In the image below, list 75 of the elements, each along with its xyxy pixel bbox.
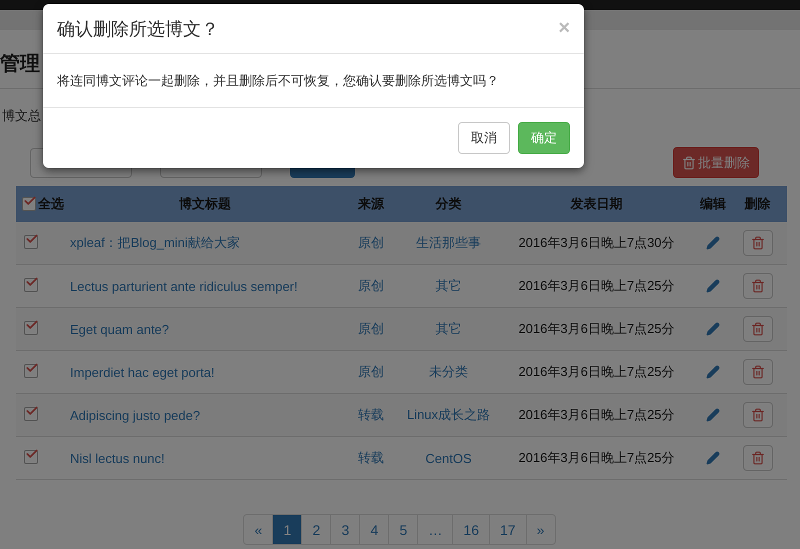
edit-icon[interactable]: [706, 236, 720, 250]
date-cell-text: 2016年3月6日晚上7点25分: [517, 363, 676, 381]
trash-icon: [750, 322, 764, 336]
source-link[interactable]: 转载: [340, 406, 402, 424]
prev-page-button[interactable]: «: [243, 514, 274, 545]
checkbox[interactable]: [24, 320, 38, 334]
page-button[interactable]: 5: [388, 514, 418, 545]
checkbox[interactable]: [24, 406, 38, 420]
checkbox[interactable]: [24, 278, 38, 292]
delete-button[interactable]: [742, 316, 772, 342]
column-header: 分类: [434, 195, 462, 213]
category-link[interactable]: 生活那些事: [402, 234, 495, 252]
trash-icon: [750, 236, 764, 250]
edit-icon[interactable]: [706, 408, 720, 422]
trash-icon: [750, 451, 764, 465]
dialog-message: 将连同博文评论一起删除，并且删除后不可恢复，您确认要删除所选博文吗？: [57, 72, 499, 90]
source-link[interactable]: 原创: [340, 234, 402, 252]
confirm-button[interactable]: 确定: [518, 122, 570, 154]
post-title-link[interactable]: Lectus parturient ante ridiculus semper!: [70, 278, 340, 294]
close-button[interactable]: ×: [558, 17, 570, 40]
post-title-link[interactable]: Adipiscing justo pede?: [70, 408, 340, 422]
column-header: 发表日期: [569, 195, 624, 213]
edit-icon[interactable]: [706, 279, 720, 293]
trash-icon: [682, 156, 696, 170]
summary-text: 博文总: [2, 107, 42, 125]
category-link[interactable]: 其它: [402, 277, 495, 295]
delete-button[interactable]: [742, 402, 772, 428]
page-button[interactable]: 4: [359, 514, 390, 545]
page-button[interactable]: 16: [452, 514, 490, 545]
edit-icon[interactable]: [706, 451, 720, 465]
checkbox[interactable]: [24, 364, 38, 378]
column-header: 博文标题: [178, 195, 232, 213]
source-link[interactable]: 原创: [340, 277, 402, 295]
source-link[interactable]: 原创: [340, 320, 402, 338]
checkbox[interactable]: [22, 197, 36, 211]
trash-icon: [750, 279, 764, 293]
dialog-title: 确认删除所选博文？: [57, 18, 219, 40]
post-title-link[interactable]: Imperdiet hac eget porta!: [70, 364, 340, 380]
date-cell-text: 2016年3月6日晚上7点30分: [517, 234, 676, 252]
date-cell-text: 2016年3月6日晚上7点25分: [517, 406, 676, 424]
page-heading: 管理: [0, 52, 41, 76]
page-button[interactable]: 17: [489, 514, 527, 545]
page-button[interactable]: 2: [301, 514, 332, 545]
category-link[interactable]: CentOS: [402, 450, 495, 466]
date-cell-text: 2016年3月6日晚上7点25分: [517, 449, 676, 467]
date-cell-text: 2016年3月6日晚上7点25分: [517, 277, 676, 295]
category-link[interactable]: Linux成长之路: [402, 406, 495, 424]
column-header: 删除: [743, 195, 772, 213]
page-button[interactable]: 1: [272, 514, 302, 545]
delete-button[interactable]: [742, 230, 772, 256]
checkbox[interactable]: [24, 450, 38, 464]
post-title-link[interactable]: xpleaf：把Blog_mini献给大家: [70, 234, 340, 252]
page-button[interactable]: 3: [330, 514, 360, 545]
category-link[interactable]: 未分类: [402, 363, 495, 381]
source-link[interactable]: 转载: [340, 449, 402, 467]
delete-button[interactable]: [742, 445, 772, 471]
category-link[interactable]: 其它: [402, 320, 495, 338]
select-all-label: 全选: [38, 195, 64, 213]
batch-delete-button[interactable]: 批量删除: [673, 147, 759, 178]
column-header: 来源: [356, 195, 386, 213]
post-title-link[interactable]: Nisl lectus nunc!: [70, 450, 340, 466]
cancel-button[interactable]: 取消: [458, 122, 510, 154]
column-header: 编辑: [698, 195, 727, 213]
next-page-button[interactable]: »: [526, 514, 556, 545]
trash-icon: [750, 365, 764, 379]
edit-icon[interactable]: [706, 365, 720, 379]
post-title-link[interactable]: Eget quam ante?: [70, 322, 340, 336]
date-cell-text: 2016年3月6日晚上7点25分: [517, 320, 676, 338]
trash-icon: [750, 408, 764, 422]
delete-button[interactable]: [742, 359, 772, 385]
source-link[interactable]: 原创: [340, 363, 402, 381]
delete-button[interactable]: [742, 273, 772, 299]
checkbox[interactable]: [24, 234, 38, 248]
edit-icon[interactable]: [706, 322, 720, 336]
page-button[interactable]: …: [417, 514, 454, 545]
